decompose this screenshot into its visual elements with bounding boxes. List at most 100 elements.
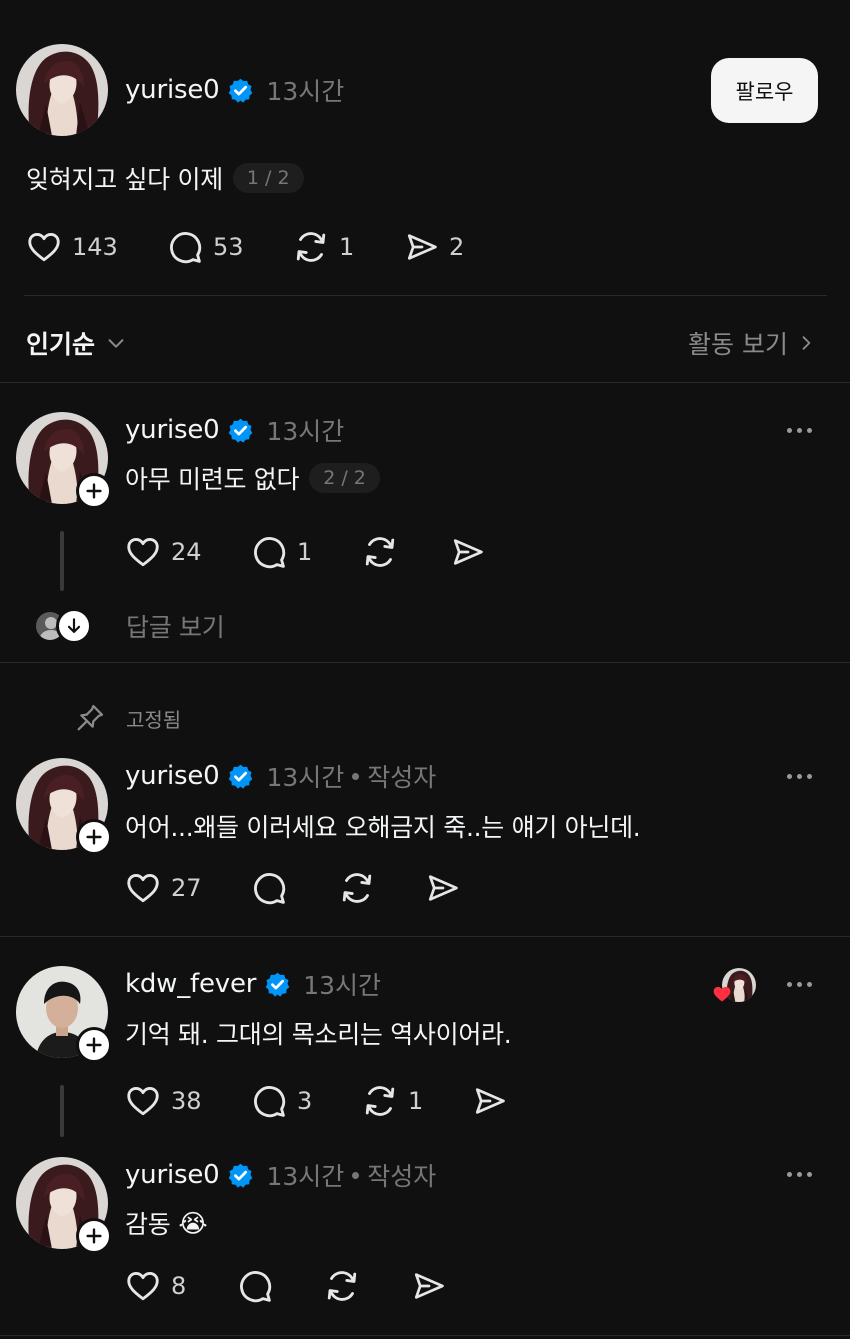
repost-icon: [339, 870, 375, 906]
like-count: 27: [171, 874, 202, 902]
share-button[interactable]: [473, 1083, 507, 1119]
comment-icon: [167, 229, 203, 265]
repost-button[interactable]: 1: [362, 1083, 423, 1119]
reply-text: 기억 돼. 그대의 목소리는 역사이어라.: [125, 1020, 512, 1049]
share-button[interactable]: [426, 870, 460, 906]
dot-separator: [352, 1171, 360, 1179]
heart-icon: [26, 229, 62, 265]
comment-icon: [251, 870, 287, 906]
verified-badge-icon: [227, 417, 254, 444]
share-button[interactable]: [451, 534, 485, 570]
reply-header: yurise0 13시간: [125, 412, 344, 448]
username[interactable]: kdw_fever: [125, 969, 256, 999]
comment-button[interactable]: 53: [167, 229, 244, 265]
reply-text-row: 감동 😭: [125, 1205, 208, 1241]
repost-button[interactable]: [339, 870, 375, 906]
heart-icon: [125, 534, 161, 570]
activity-label: 활동 보기: [688, 330, 788, 359]
chevron-right-icon: [802, 336, 811, 350]
reply-header: yurise0 13시간 작성자: [125, 758, 436, 794]
comment-button[interactable]: 1: [251, 534, 312, 570]
share-button[interactable]: 2: [405, 229, 464, 265]
comment-count: 53: [213, 233, 244, 261]
heart-icon: [125, 1268, 161, 1304]
timestamp: 13시간: [266, 1162, 345, 1191]
like-button[interactable]: 38: [125, 1083, 202, 1119]
plus-icon: [83, 1034, 105, 1056]
pin-icon: [77, 704, 104, 731]
sort-label: 인기순: [26, 330, 96, 359]
thread-line: [60, 531, 64, 591]
pinned-label: 고정됨: [126, 707, 182, 732]
sort-dropdown[interactable]: 인기순: [26, 325, 127, 361]
more-options-button[interactable]: [787, 428, 812, 433]
repost-icon: [362, 1083, 398, 1119]
share-icon: [451, 534, 485, 570]
reply-text: 아무 미련도 없다: [125, 465, 300, 494]
share-count: 2: [449, 233, 465, 261]
comment-icon: [251, 534, 287, 570]
follow-button[interactable]: 팔로우: [711, 58, 818, 123]
more-options-button[interactable]: [787, 1172, 812, 1177]
liked-by-author-avatar: [713, 968, 756, 1002]
arrow-down-icon: [56, 608, 92, 644]
repost-button[interactable]: [324, 1268, 360, 1304]
comment-count: 1: [297, 538, 313, 566]
timestamp: 13시간: [266, 763, 345, 792]
thread-line: [60, 1085, 64, 1137]
like-button[interactable]: 24: [125, 534, 202, 570]
like-button[interactable]: 27: [125, 870, 202, 906]
divider: [0, 936, 850, 937]
more-options-button[interactable]: [787, 774, 812, 779]
chevron-down-icon: [108, 339, 124, 348]
more-options-button[interactable]: [787, 982, 812, 987]
plus-icon: [83, 1225, 105, 1247]
repost-button[interactable]: [362, 534, 398, 570]
username[interactable]: yurise0: [125, 75, 220, 105]
username[interactable]: yurise0: [125, 415, 220, 445]
share-icon: [426, 870, 460, 906]
plus-icon: [83, 826, 105, 848]
reply-text-row: 아무 미련도 없다 2 / 2: [125, 460, 380, 496]
repost-icon: [362, 534, 398, 570]
share-icon: [412, 1268, 446, 1304]
reply-header: kdw_fever 13시간: [125, 966, 381, 1002]
activity-link[interactable]: 활동 보기: [688, 325, 816, 361]
like-count: 38: [171, 1087, 202, 1115]
thread-pager: 1 / 2: [232, 163, 304, 193]
follow-plus-button[interactable]: [76, 473, 112, 509]
share-button[interactable]: [412, 1268, 446, 1304]
heart-icon: [125, 870, 161, 906]
dot-separator: [352, 772, 360, 780]
follow-plus-button[interactable]: [76, 1027, 112, 1063]
like-button[interactable]: 8: [125, 1268, 186, 1304]
timestamp: 13시간: [303, 971, 382, 1000]
timestamp: 13시간: [266, 77, 345, 106]
like-count: 24: [171, 538, 202, 566]
like-count: 143: [72, 233, 118, 261]
post-header: yurise0 13시간: [125, 72, 344, 108]
post-text-row: 잊혀지고 싶다 이제 1 / 2: [26, 160, 304, 196]
pinned-row: 고정됨: [74, 702, 181, 734]
comment-icon: [237, 1268, 273, 1304]
username[interactable]: yurise0: [125, 1160, 220, 1190]
view-replies-row[interactable]: 답글 보기: [34, 608, 225, 644]
like-count: 8: [171, 1272, 187, 1300]
follow-plus-button[interactable]: [76, 1218, 112, 1254]
reply-header: yurise0 13시간 작성자: [125, 1157, 436, 1193]
author-tag: 작성자: [367, 1162, 437, 1191]
comment-button[interactable]: [237, 1268, 273, 1304]
mini-avatar-stack: [34, 608, 94, 644]
reply-text: 감동: [125, 1210, 171, 1239]
avatar[interactable]: [16, 44, 108, 136]
repost-button[interactable]: 1: [293, 229, 354, 265]
follow-plus-button[interactable]: [76, 819, 112, 855]
divider: [0, 662, 850, 663]
like-button[interactable]: 143: [26, 229, 118, 265]
divider: [0, 382, 850, 383]
comment-button[interactable]: [251, 870, 287, 906]
repost-icon: [293, 229, 329, 265]
comment-button[interactable]: 3: [251, 1083, 312, 1119]
verified-badge-icon: [227, 1162, 254, 1189]
username[interactable]: yurise0: [125, 761, 220, 791]
